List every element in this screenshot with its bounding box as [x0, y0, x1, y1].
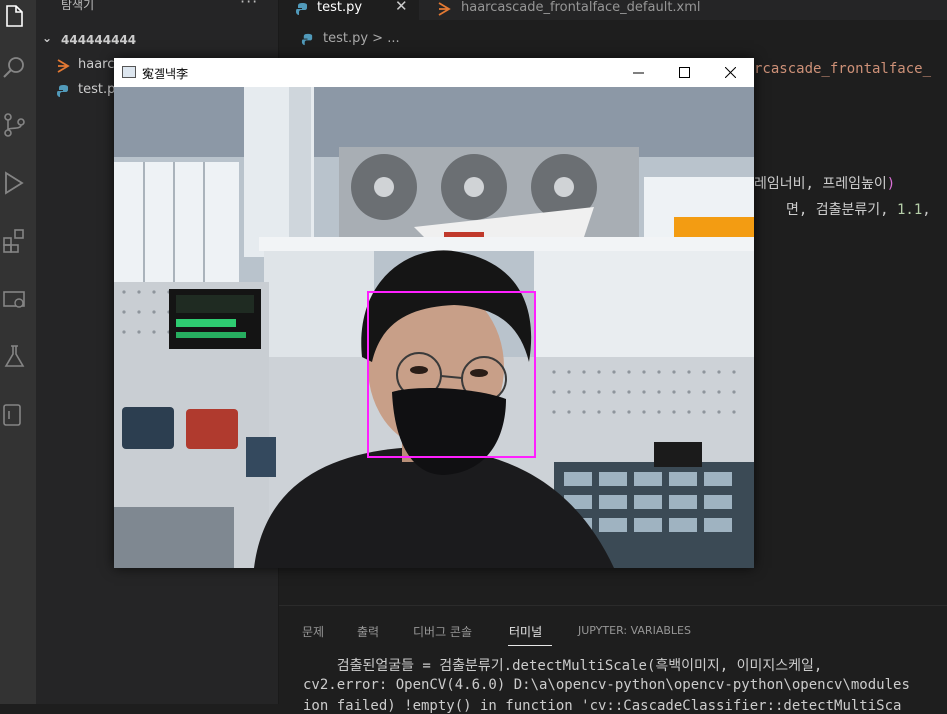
close-icon [725, 67, 736, 78]
terminal-line: ion failed) !empty() in function 'cv::Ca… [303, 698, 902, 714]
maximize-button[interactable] [662, 58, 708, 87]
window-titlebar[interactable]: 寃곌낵李 [114, 58, 754, 87]
detected-face-box [367, 291, 536, 458]
minimize-button[interactable] [616, 58, 662, 87]
active-tab-indicator [508, 645, 552, 646]
python-file-icon [57, 85, 68, 97]
maximize-icon [679, 67, 690, 78]
webcam-frame [114, 87, 754, 568]
folder-name: 444444444 [61, 33, 137, 47]
editor-tabs: test.py ✕ haarcascade_frontalface_defaul… [279, 0, 947, 20]
python-file-icon [301, 33, 313, 46]
opencv-window[interactable]: 寃곌낵李 [114, 58, 754, 568]
breadcrumb-text: test.py > ... [323, 31, 400, 46]
search-icon[interactable] [2, 54, 28, 80]
code-line: rcascade_frontalface_ [754, 61, 932, 77]
bottom-panel: 문제 출력 디버그 콘솔 터미널 JUPYTER: VARIABLES 검출된얼… [279, 605, 947, 714]
close-button[interactable] [708, 58, 754, 87]
close-icon[interactable]: ✕ [395, 0, 408, 15]
tab-problems[interactable]: 문제 [302, 623, 324, 640]
code-brace: ) [886, 176, 896, 192]
python-file-icon [296, 3, 307, 15]
file-name: haarc [78, 57, 115, 72]
code-text: , [922, 202, 931, 218]
code-text: 면, 검출분류기, [786, 202, 897, 218]
run-debug-icon[interactable] [2, 170, 28, 196]
minimize-icon [633, 72, 644, 74]
tab-output[interactable]: 출력 [357, 623, 379, 640]
app-icon [122, 66, 136, 78]
tab-test-py[interactable]: test.py ✕ [279, 0, 419, 20]
window-title: 寃곌낵李 [142, 67, 189, 81]
tab-haarcascade-xml[interactable]: haarcascade_frontalface_default.xml [419, 0, 729, 20]
code-text: 레임너비, 프레임높이 [754, 176, 887, 192]
code-line: 면, 검출분류기, 1.1, [786, 199, 931, 219]
extensions-icon[interactable] [2, 228, 28, 254]
xml-file-icon [57, 59, 70, 73]
testing-icon[interactable] [2, 344, 28, 370]
code-number: 1.1 [897, 202, 923, 218]
tab-label: haarcascade_frontalface_default.xml [461, 0, 701, 15]
xml-file-icon [438, 2, 451, 16]
folder-row[interactable]: ⌄ 444444444 [36, 30, 278, 52]
code-line: 레임너비, 프레임높이) [754, 173, 895, 193]
terminal-line: 검출된얼굴들 = 검출분류기.detectMultiScale(흑백이미지, 이… [303, 658, 823, 674]
more-actions-icon[interactable]: ··· [240, 0, 258, 11]
tab-debug-console[interactable]: 디버그 콘솔 [413, 623, 472, 640]
jupyter-icon[interactable] [2, 402, 28, 428]
file-name: test.p [78, 82, 116, 97]
files-icon[interactable] [2, 2, 28, 28]
tab-terminal[interactable]: 터미널 [509, 623, 542, 640]
activity-bar [0, 0, 36, 704]
terminal-line: cv2.error: OpenCV(4.6.0) D:\a\opencv-pyt… [303, 677, 910, 693]
remote-explorer-icon[interactable] [2, 288, 28, 314]
source-control-icon[interactable] [2, 112, 28, 138]
explorer-title: 탐색기 [61, 0, 95, 12]
tab-label: test.py [317, 0, 363, 15]
tab-jupyter-variables[interactable]: JUPYTER: VARIABLES [578, 624, 691, 637]
chevron-down-icon: ⌄ [42, 31, 53, 45]
